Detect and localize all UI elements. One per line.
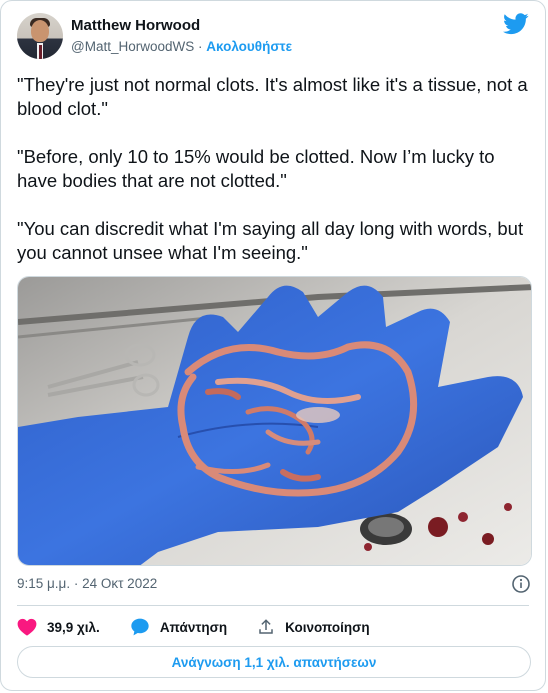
author-handle-row: @Matt_HorwoodWS · Ακολουθήστε xyxy=(71,39,292,54)
gloved-hand-photo xyxy=(18,277,531,565)
author-handle[interactable]: @Matt_HorwoodWS xyxy=(71,39,194,54)
share-label: Κοινοποίηση xyxy=(285,619,370,635)
avatar[interactable] xyxy=(17,13,63,59)
tweet-paragraph: "Before, only 10 to 15% would be clotted… xyxy=(17,146,495,191)
reply-button[interactable]: Απάντηση xyxy=(130,617,227,637)
speech-bubble-icon xyxy=(131,618,149,636)
upload-icon xyxy=(259,619,273,634)
handle-separator: · xyxy=(194,39,207,54)
reply-label: Απάντηση xyxy=(159,619,228,635)
tweet-paragraph: "They're just not normal clots. It's alm… xyxy=(17,74,528,119)
read-replies-button[interactable]: Ανάγνωση 1,1 χιλ. απαντήσεων xyxy=(17,646,531,678)
tweet-actions: 39,9 χιλ. Απάντηση Κοινοποίηση xyxy=(17,615,400,639)
tweet-text: "They're just not normal clots. It's alm… xyxy=(17,73,537,289)
heart-icon xyxy=(17,618,37,636)
divider xyxy=(17,605,529,606)
like-button[interactable]: 39,9 χιλ. xyxy=(17,618,100,636)
follow-link[interactable]: Ακολουθήστε xyxy=(206,39,292,54)
share-button[interactable]: Κοινοποίηση xyxy=(257,618,370,636)
author-name[interactable]: Matthew Horwood xyxy=(71,17,200,34)
tweet-timestamp[interactable]: 9:15 μ.μ. · 24 Οκτ 2022 xyxy=(17,576,157,591)
tweet-card: Matthew Horwood @Matt_HorwoodWS · Ακολου… xyxy=(0,0,546,691)
info-icon[interactable] xyxy=(511,574,531,594)
tweet-paragraph: "You can discredit what I'm saying all d… xyxy=(17,218,524,263)
tweet-header: Matthew Horwood @Matt_HorwoodWS · Ακολου… xyxy=(17,13,529,61)
twitter-bird-icon[interactable] xyxy=(503,13,529,35)
like-count: 39,9 χιλ. xyxy=(47,619,100,635)
tweet-media-image[interactable] xyxy=(17,276,532,566)
